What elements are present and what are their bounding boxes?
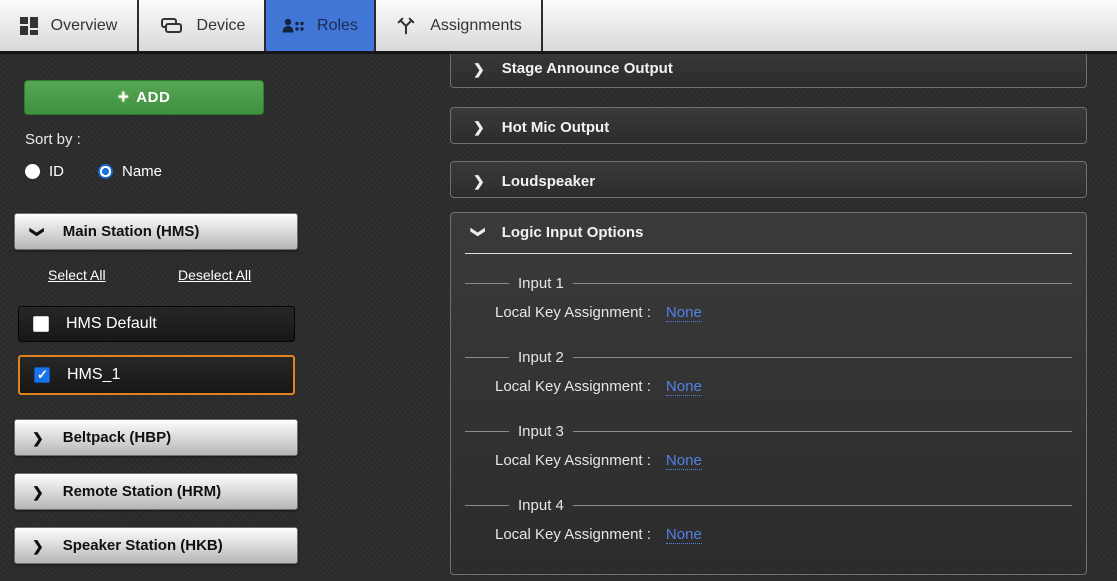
group-beltpack[interactable]: ❯ Beltpack (HBP) — [14, 419, 298, 456]
tab-label: Overview — [51, 17, 118, 35]
local-key-assignment-label: Local Key Assignment : — [495, 452, 651, 469]
tab-overview[interactable]: Overview — [0, 0, 139, 51]
legend-line — [465, 431, 509, 432]
chevron-right-icon: ❯ — [32, 539, 44, 553]
tab-label: Roles — [317, 17, 358, 35]
group-speaker-station[interactable]: ❯ Speaker Station (HKB) — [14, 527, 298, 564]
panel-header-loudspeaker[interactable]: ❯ Loudspeaker — [451, 162, 1086, 200]
input-legend-label: Input 3 — [518, 423, 564, 440]
plus-icon: + — [118, 88, 130, 107]
local-key-assignment-label: Local Key Assignment : — [495, 378, 651, 395]
legend-line — [573, 431, 1072, 432]
group-label: Main Station (HMS) — [63, 223, 200, 240]
input-legend-label: Input 2 — [518, 349, 564, 366]
input-legend-label: Input 1 — [518, 275, 564, 292]
panel-header-stage-announce-output[interactable]: ❯ Stage Announce Output — [451, 48, 1086, 89]
logic-input-group-3: Input 3 Local Key Assignment : None — [465, 422, 1072, 470]
legend-line — [573, 505, 1072, 506]
add-button-label: ADD — [136, 89, 170, 106]
panel-title: Loudspeaker — [502, 173, 595, 190]
local-key-assignment-value-link[interactable]: None — [666, 378, 702, 396]
panel-header-hot-mic-output[interactable]: ❯ Hot Mic Output — [451, 108, 1086, 146]
role-item-hms-1[interactable]: HMS_1 — [18, 355, 295, 395]
panel-logic-input-options: ❯ Logic Input Options Input 1 Local Key … — [450, 212, 1087, 575]
sort-by-label: Sort by : — [25, 131, 81, 148]
deselect-all-link[interactable]: Deselect All — [178, 267, 251, 283]
panel-header-logic-input-options[interactable]: ❯ Logic Input Options — [451, 213, 1086, 251]
chevron-right-icon: ❯ — [473, 120, 485, 134]
local-key-assignment-label: Local Key Assignment : — [495, 304, 651, 321]
chevron-right-icon: ❯ — [473, 174, 485, 188]
group-label: Beltpack (HBP) — [63, 429, 171, 446]
logic-input-group-2: Input 2 Local Key Assignment : None — [465, 348, 1072, 396]
local-key-assignment-value-link[interactable]: None — [666, 452, 702, 470]
tab-assignments[interactable]: Assignments — [376, 0, 543, 51]
tab-label: Assignments — [430, 17, 522, 35]
tab-bar: Overview Device Roles Assi — [0, 0, 1117, 54]
input-legend: Input 3 — [465, 422, 1072, 440]
add-button[interactable]: + ADD — [24, 80, 264, 115]
group-main-station[interactable]: ❯ Main Station (HMS) — [14, 213, 298, 250]
chevron-right-icon: ❯ — [32, 431, 44, 445]
local-key-assignment-value-link[interactable]: None — [666, 526, 702, 544]
people-icon — [282, 18, 304, 34]
panel-title: Stage Announce Output — [502, 60, 673, 77]
sort-option-name[interactable]: Name — [98, 163, 162, 180]
panel-title: Logic Input Options — [502, 224, 644, 241]
device-icon — [158, 16, 184, 36]
local-key-assignment-row: Local Key Assignment : None — [495, 378, 1072, 396]
radio-unchecked-icon[interactable] — [25, 164, 40, 179]
input-legend: Input 1 — [465, 274, 1072, 292]
role-item-hms-default[interactable]: HMS Default — [18, 306, 295, 342]
legend-line — [465, 283, 509, 284]
logic-input-group-4: Input 4 Local Key Assignment : None — [465, 496, 1072, 544]
logic-input-group-1: Input 1 Local Key Assignment : None — [465, 274, 1072, 322]
input-legend: Input 2 — [465, 348, 1072, 366]
local-key-assignment-value-link[interactable]: None — [666, 304, 702, 322]
group-label: Speaker Station (HKB) — [63, 537, 223, 554]
legend-line — [573, 357, 1072, 358]
sort-options: ID Name — [25, 163, 162, 180]
chevron-right-icon: ❯ — [473, 62, 485, 76]
role-item-label: HMS_1 — [67, 366, 120, 384]
chevron-right-icon: ❯ — [32, 485, 44, 499]
legend-line — [465, 505, 509, 506]
tab-roles[interactable]: Roles — [266, 0, 376, 51]
panel-hot-mic-output: ❯ Hot Mic Output — [450, 107, 1087, 144]
chevron-down-icon: ❯ — [31, 226, 45, 238]
local-key-assignment-row: Local Key Assignment : None — [495, 526, 1072, 544]
input-legend: Input 4 — [465, 496, 1072, 514]
chevron-down-icon: ❯ — [472, 226, 486, 238]
radio-checked-icon[interactable] — [98, 164, 113, 179]
sort-option-id[interactable]: ID — [25, 163, 64, 180]
panel-title: Hot Mic Output — [502, 119, 609, 136]
panel-loudspeaker: ❯ Loudspeaker — [450, 161, 1087, 198]
radio-label: Name — [122, 163, 162, 180]
dashboard-icon — [20, 17, 38, 35]
tab-label: Device — [197, 17, 246, 35]
group-label: Remote Station (HRM) — [63, 483, 221, 500]
radio-label: ID — [49, 163, 64, 180]
role-item-label: HMS Default — [66, 315, 157, 333]
legend-line — [573, 283, 1072, 284]
local-key-assignment-row: Local Key Assignment : None — [495, 452, 1072, 470]
legend-line — [465, 357, 509, 358]
group-remote-station[interactable]: ❯ Remote Station (HRM) — [14, 473, 298, 510]
select-all-link[interactable]: Select All — [48, 267, 106, 283]
header-divider — [465, 253, 1072, 254]
local-key-assignment-row: Local Key Assignment : None — [495, 304, 1072, 322]
input-legend-label: Input 4 — [518, 497, 564, 514]
checkbox-unchecked-icon[interactable] — [33, 316, 49, 332]
tab-device[interactable]: Device — [139, 0, 266, 51]
checkbox-checked-icon[interactable] — [34, 367, 50, 383]
local-key-assignment-label: Local Key Assignment : — [495, 526, 651, 543]
assignments-split-icon — [395, 15, 417, 37]
